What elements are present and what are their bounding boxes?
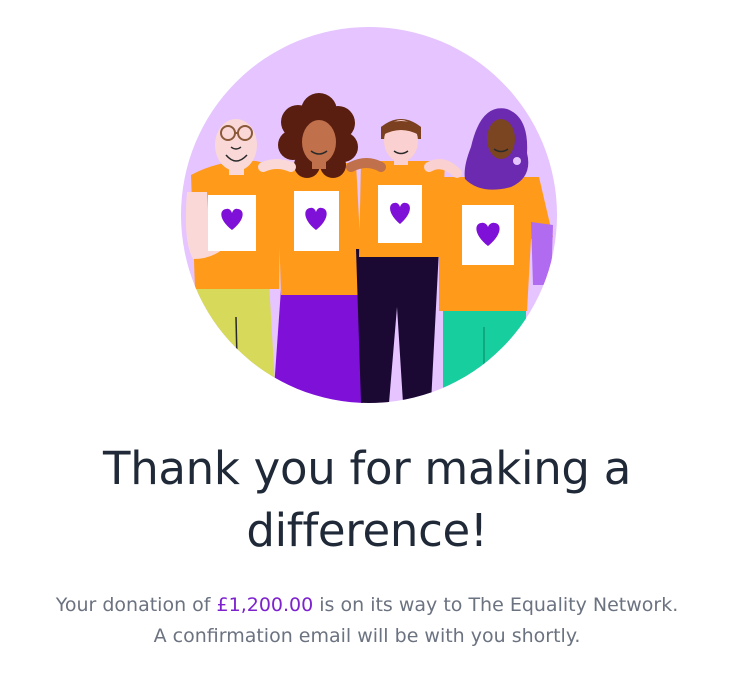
title-line-2: difference! bbox=[246, 504, 488, 557]
title-line-1: Thank you for making a bbox=[103, 442, 631, 495]
four-volunteers-heart-tshirts-illustration bbox=[181, 27, 557, 403]
donation-prefix: Your donation of bbox=[55, 594, 217, 616]
confirmation-email-note: A confirmation email will be with you sh… bbox=[153, 625, 581, 647]
donation-amount: £1,200.00 bbox=[216, 594, 314, 616]
donation-suffix: is on its way to The Equality Network. bbox=[313, 594, 679, 616]
page-title: Thank you for making a difference! bbox=[0, 438, 734, 562]
volunteers-illustration bbox=[181, 27, 557, 403]
confirmation-message: Your donation of £1,200.00 is on its way… bbox=[0, 590, 734, 652]
